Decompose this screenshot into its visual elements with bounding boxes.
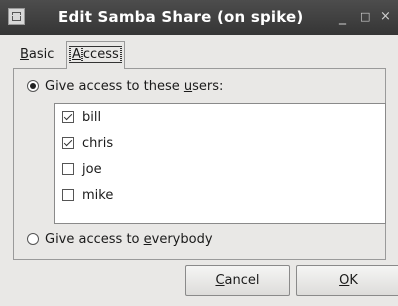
- cancel-button-accel: C: [215, 273, 225, 288]
- user-chris-name: chris: [82, 136, 114, 151]
- close-icon[interactable]: ×: [380, 8, 391, 26]
- user-list[interactable]: bill chris joe mike: [54, 103, 386, 224]
- maximize-icon[interactable]: □: [360, 8, 370, 26]
- radio-everybody-indicator[interactable]: [27, 233, 39, 245]
- tab-access-label: ccess: [80, 46, 121, 63]
- minimize-icon[interactable]: _: [339, 8, 346, 26]
- title-bar[interactable]: Edit Samba Share (on spike) _ □ ×: [0, 0, 398, 35]
- radio-users-label-pre: Give access to these: [45, 79, 184, 94]
- tab-basic-accel: B: [20, 47, 29, 62]
- list-item-user-joe[interactable]: joe: [62, 161, 102, 179]
- window-title: Edit Samba Share (on spike): [58, 8, 304, 26]
- user-mike-checkbox[interactable]: [62, 189, 74, 201]
- tab-access-label-wrap: Access: [69, 46, 122, 63]
- radio-everybody-label-post: verybody: [151, 232, 213, 247]
- ok-button-label: K: [349, 273, 358, 288]
- user-joe-name: joe: [82, 162, 102, 177]
- cancel-button-label: ancel: [224, 273, 260, 288]
- edit-samba-share-dialog: Edit Samba Share (on spike) _ □ × Basic …: [0, 0, 398, 306]
- user-bill-name: bill: [82, 110, 102, 125]
- radio-everybody[interactable]: Give access to everybody: [27, 231, 213, 249]
- radio-everybody-label-accel: e: [143, 232, 152, 247]
- list-item-user-bill[interactable]: bill: [62, 109, 101, 127]
- ok-button-accel: O: [339, 273, 350, 288]
- ok-button[interactable]: OK: [296, 265, 398, 296]
- cancel-button[interactable]: Cancel: [185, 265, 290, 296]
- radio-specific-users-indicator[interactable]: [27, 80, 39, 92]
- user-chris-checkbox[interactable]: [62, 137, 74, 149]
- tab-basic-label: asic: [28, 47, 55, 62]
- tab-basic[interactable]: Basic: [17, 44, 57, 67]
- tab-access-accel: A: [70, 46, 83, 63]
- radio-users-label-accel: u: [183, 79, 193, 94]
- tab-access[interactable]: Access: [66, 41, 125, 69]
- radio-users-label-post: sers:: [192, 79, 224, 94]
- user-joe-checkbox[interactable]: [62, 163, 74, 175]
- list-item-user-mike[interactable]: mike: [62, 187, 113, 205]
- user-bill-checkbox[interactable]: [62, 111, 74, 123]
- app-icon[interactable]: [8, 8, 25, 25]
- radio-specific-users[interactable]: Give access to these users:: [27, 78, 223, 96]
- list-item-user-chris[interactable]: chris: [62, 135, 113, 153]
- user-mike-name: mike: [82, 188, 114, 203]
- radio-everybody-label-pre: Give access to: [45, 232, 144, 247]
